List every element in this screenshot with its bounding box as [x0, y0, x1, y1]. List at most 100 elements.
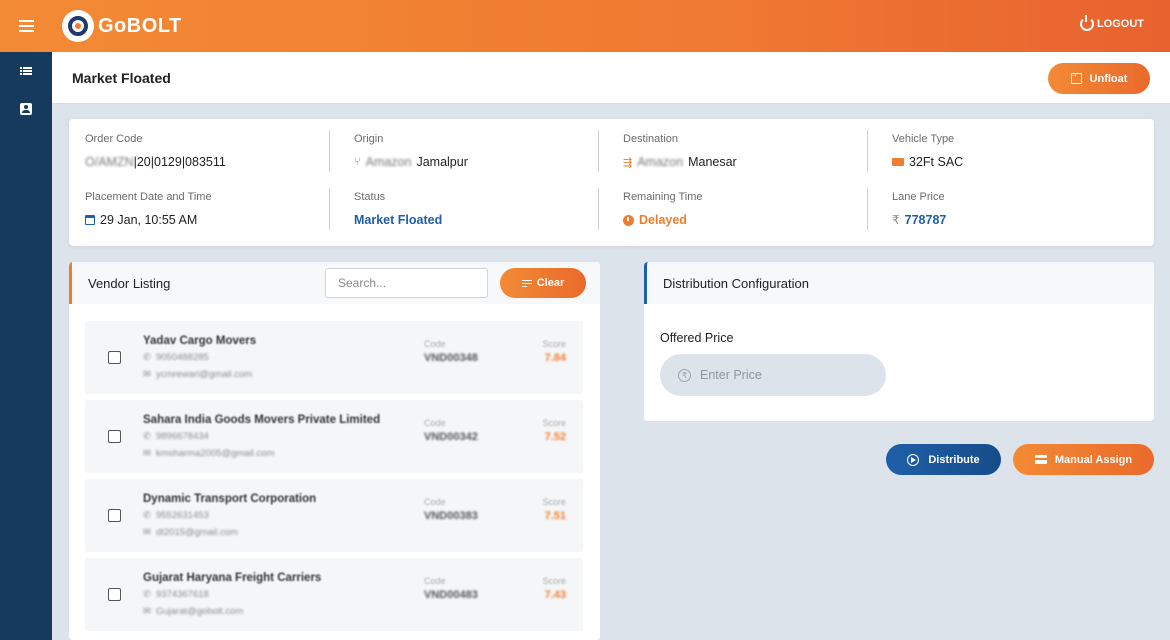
sidebar-item-contacts[interactable] — [0, 90, 52, 128]
vendor-phone: ✆ 9374367618 — [143, 589, 209, 600]
vendor-score: 7.52 — [544, 431, 566, 443]
vendor-checkbox[interactable] — [108, 588, 121, 601]
vendor-search-input[interactable] — [325, 268, 488, 298]
vehicle-type-cell: Vehicle Type 32Ft SAC — [892, 133, 1132, 169]
phone-icon: ✆ — [143, 352, 151, 363]
play-circle-icon — [907, 453, 920, 466]
status-value: Market Floated — [354, 213, 443, 227]
vendor-email-value: kmsharma2005@gmail.com — [155, 448, 275, 459]
order-info-card: Order Code O/AMZN|20|0129|083511 Origin … — [69, 119, 1154, 246]
offered-price-field[interactable]: ₹ — [660, 354, 886, 396]
divider — [867, 130, 868, 172]
distribute-button[interactable]: Distribute — [886, 444, 1001, 475]
email-icon: ✉ — [143, 527, 151, 538]
vendor-checkbox[interactable] — [108, 430, 121, 443]
vendor-phone: ✆ 9050488285 — [143, 352, 209, 363]
order-code-label: Order Code — [85, 133, 143, 145]
calendar-icon — [85, 215, 95, 225]
manual-assign-button[interactable]: Manual Assign — [1013, 444, 1154, 475]
remaining-time-value: Delayed — [639, 213, 687, 227]
divider — [867, 188, 868, 230]
logout-button[interactable]: LOGOUT — [1079, 15, 1144, 31]
vendor-phone-value: 9896678434 — [155, 431, 209, 442]
divider — [598, 130, 599, 172]
vehicle-type-value: 32Ft SAC — [909, 155, 964, 169]
vendor-code-label: Code — [424, 497, 446, 507]
vendor-email-value: ycmrewari@gmail.com — [155, 369, 253, 380]
distribution-config-header: Distribution Configuration — [644, 262, 1154, 304]
offered-price-label: Offered Price — [660, 331, 734, 345]
lane-price-value-row: ₹778787 — [892, 213, 1132, 227]
rupee-icon: ₹ — [678, 368, 691, 382]
origin-value-row: ⑂ Amazon Jamalpur — [354, 155, 594, 169]
vendor-phone: ✆ 9896678434 — [143, 431, 209, 442]
vendor-score-label: Score — [542, 418, 566, 428]
sidebar-item-list[interactable] — [0, 52, 52, 90]
vendor-code-label: Code — [424, 339, 446, 349]
vendor-name: Dynamic Transport Corporation — [143, 493, 317, 505]
origin-prefix: Amazon — [365, 155, 412, 169]
top-bar: GoBOLT LOGOUT — [0, 0, 1170, 52]
vendor-score: 7.84 — [544, 352, 566, 364]
vendor-row[interactable]: Yadav Cargo Movers ✆ 9050488285 ✉ ycmrewar… — [85, 321, 583, 394]
order-code-cell: Order Code O/AMZN|20|0129|083511 — [85, 133, 325, 169]
list-icon — [20, 67, 32, 75]
vendor-checkbox[interactable] — [108, 509, 121, 522]
contact-icon — [20, 103, 32, 115]
vendor-listing-panel: Vendor Listing Clear Yadav Cargo Movers … — [69, 262, 600, 640]
menu-icon[interactable] — [0, 0, 52, 52]
vendor-score-label: Score — [542, 339, 566, 349]
vendor-row[interactable]: Gujarat Haryana Freight Carriers ✆ 937436… — [85, 558, 583, 631]
placement-label: Placement Date and Time — [85, 191, 212, 203]
vendor-phone-value: 9374367618 — [155, 589, 209, 600]
merge-icon: ⇶ — [623, 156, 633, 169]
order-code-value-row: O/AMZN|20|0129|083511 — [85, 155, 325, 169]
manual-assign-label: Manual Assign — [1054, 453, 1133, 466]
placement-value-row: 29 Jan, 10:55 AM — [85, 213, 325, 227]
placement-cell: Placement Date and Time 29 Jan, 10:55 AM — [85, 191, 325, 227]
vendor-email: ✉ ycmrewari@gmail.com — [143, 369, 252, 380]
divider — [598, 188, 599, 230]
destination-cell: Destination ⇶ Amazon Manesar — [623, 133, 863, 169]
fork-icon: ⑂ — [354, 156, 361, 168]
origin-value: Jamalpur — [416, 155, 468, 169]
exit-icon — [1069, 69, 1082, 84]
page-title: Market Floated — [72, 70, 171, 86]
vendor-row[interactable]: Sahara India Goods Movers Private Limite… — [85, 400, 583, 473]
power-icon — [1079, 15, 1094, 31]
offered-price-input[interactable] — [700, 368, 860, 382]
clock-icon — [623, 214, 634, 226]
vendor-code: VND00483 — [424, 589, 478, 601]
vendor-score-label: Score — [542, 497, 566, 507]
card-icon — [1034, 455, 1047, 464]
unfloat-button[interactable]: Unfloat — [1048, 63, 1150, 94]
email-icon: ✉ — [143, 448, 151, 459]
placement-value: 29 Jan, 10:55 AM — [100, 213, 198, 227]
destination-value: Manesar — [688, 155, 737, 169]
phone-icon: ✆ — [143, 510, 151, 521]
divider — [329, 130, 330, 172]
unfloat-label: Unfloat — [1089, 72, 1128, 85]
vendor-listing-title: Vendor Listing — [88, 276, 171, 291]
clear-button[interactable]: Clear — [500, 268, 586, 298]
vendor-phone-value: 9552631453 — [155, 510, 209, 521]
distribution-config-panel: Distribution Configuration Offered Price… — [644, 262, 1154, 421]
page-header: Market Floated Unfloat — [52, 52, 1170, 104]
brand-logo[interactable]: GoBOLT — [62, 10, 182, 42]
order-code-value: |20|0129|083511 — [133, 155, 226, 169]
email-icon: ✉ — [143, 606, 151, 617]
phone-icon: ✆ — [143, 431, 151, 442]
distribute-label: Distribute — [928, 453, 980, 466]
vendor-email-value: dt2015@gmail.com — [155, 527, 238, 538]
vendor-score: 7.51 — [544, 510, 566, 522]
vendor-listing-header: Vendor Listing Clear — [69, 262, 600, 304]
vendor-code-label: Code — [424, 418, 446, 428]
vehicle-type-label: Vehicle Type — [892, 133, 955, 145]
status-label: Status — [354, 191, 386, 203]
vendor-checkbox[interactable] — [108, 351, 121, 364]
vendor-phone-value: 9050488285 — [155, 352, 209, 363]
vendor-row[interactable]: Dynamic Transport Corporation ✆ 955263145… — [85, 479, 583, 552]
logo-mark-icon — [62, 10, 94, 42]
vendor-list: Yadav Cargo Movers ✆ 9050488285 ✉ ycmrewar… — [85, 321, 583, 637]
clear-label: Clear — [536, 277, 565, 289]
